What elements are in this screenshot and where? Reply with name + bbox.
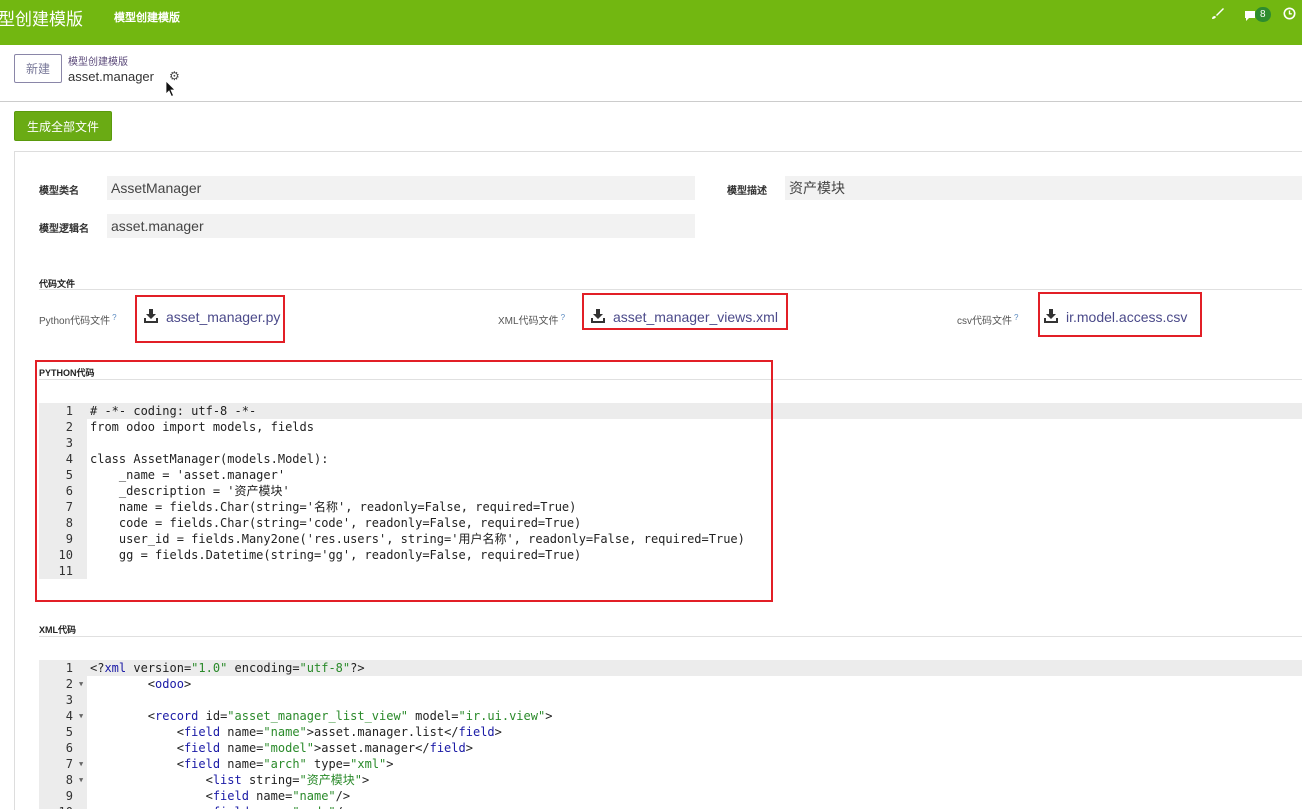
code-text: <field name="name"/> (205, 789, 351, 803)
code-text: <field name="name">asset.manager.list</f… (176, 725, 502, 739)
code-line: 9 <field name="name"/> (39, 788, 1302, 804)
model-logic-label: 模型逻辑名 (39, 224, 89, 235)
control-panel: 新建 模型创建模版 asset.manager ⚙ (0, 45, 1302, 102)
model-desc-label: 模型描述 (727, 186, 767, 197)
python-file-label: Python代码文件? (39, 312, 117, 327)
model-class-field[interactable]: AssetManager (107, 176, 695, 200)
code-text: <odoo> (147, 677, 192, 691)
brush-icon[interactable] (1211, 7, 1224, 23)
line-number: 1 (65, 661, 73, 675)
breadcrumb-current: asset.manager (68, 69, 154, 84)
line-number: 7 (65, 757, 73, 771)
help-icon[interactable]: ? (561, 313, 565, 322)
app-title[interactable]: 型创建模版 (0, 5, 83, 30)
python-file-label-text: Python代码文件 (39, 316, 111, 327)
xml-code-editor[interactable]: 1 <?xml version="1.0" encoding="utf-8"?> 2… (39, 660, 1302, 809)
fold-arrow-icon[interactable]: ▼ (79, 708, 83, 724)
mouse-cursor-icon (165, 80, 177, 103)
separator (39, 636, 1302, 637)
line-number: 5 (65, 725, 73, 739)
xml-code-section-title: XML代码 (39, 625, 76, 635)
model-class-label: 模型类名 (39, 186, 79, 197)
highlight-box (582, 293, 788, 330)
code-line: 7 ▼ <field name="arch" type="xml"> (39, 756, 1302, 772)
code-line: 6 <field name="model">asset.manager</fie… (39, 740, 1302, 756)
fold-arrow-icon[interactable]: ▼ (79, 676, 83, 692)
fold-arrow-icon[interactable]: ▼ (79, 772, 83, 788)
code-line: 1 <?xml version="1.0" encoding="utf-8"?> (39, 660, 1302, 676)
generate-all-files-button[interactable]: 生成全部文件 (14, 111, 112, 141)
code-line: 4 ▼ <record id="asset_manager_list_view" … (39, 708, 1302, 724)
separator (39, 289, 1302, 290)
line-number: 4 (65, 709, 73, 723)
highlight-box (1038, 292, 1202, 337)
line-number: 10 (39, 804, 73, 809)
code-text: <list string="资产模块"> (205, 773, 370, 787)
csv-file-label: csv代码文件? (957, 312, 1018, 327)
clock-icon[interactable] (1283, 7, 1296, 23)
line-number: 3 (65, 693, 73, 707)
code-line: 2 ▼ <odoo> (39, 676, 1302, 692)
code-line: 10 <field name="code"/> (39, 804, 1302, 809)
line-number: 9 (65, 789, 73, 803)
code-line: 5 <field name="name">asset.manager.list<… (39, 724, 1302, 740)
model-desc-field[interactable]: 资产模块 (785, 176, 1302, 200)
help-icon[interactable]: ? (112, 313, 116, 322)
code-line: 3 (39, 692, 1302, 708)
code-text: <?xml version="1.0" encoding="utf-8"?> (90, 661, 365, 675)
code-text: <field name="model">asset.manager</field… (176, 741, 473, 755)
xml-file-label: XML代码文件? (498, 312, 565, 327)
line-number: 6 (65, 741, 73, 755)
highlight-box (135, 295, 285, 343)
notification-badge: 8 (1255, 7, 1271, 22)
help-icon[interactable]: ? (1014, 313, 1018, 322)
code-text: <field name="arch" type="xml"> (176, 757, 394, 771)
code-text: <field name="code"/> (90, 804, 351, 809)
highlight-box (35, 360, 773, 602)
line-number: 8 (65, 773, 73, 787)
top-navbar: 型创建模版 模型创建模版 8 (0, 0, 1302, 45)
menu-item-model-template[interactable]: 模型创建模版 (114, 9, 180, 25)
code-line: 8 ▼ <list string="资产模块"> (39, 772, 1302, 788)
new-button[interactable]: 新建 (14, 54, 62, 83)
breadcrumb-parent[interactable]: 模型创建模版 (68, 53, 128, 68)
fold-arrow-icon[interactable]: ▼ (79, 756, 83, 772)
model-logic-field[interactable]: asset.manager (107, 214, 695, 238)
xml-file-label-text: XML代码文件 (498, 316, 559, 327)
line-number: 2 (65, 677, 73, 691)
csv-file-label-text: csv代码文件 (957, 316, 1012, 327)
code-text: <record id="asset_manager_list_view" mod… (147, 709, 553, 723)
